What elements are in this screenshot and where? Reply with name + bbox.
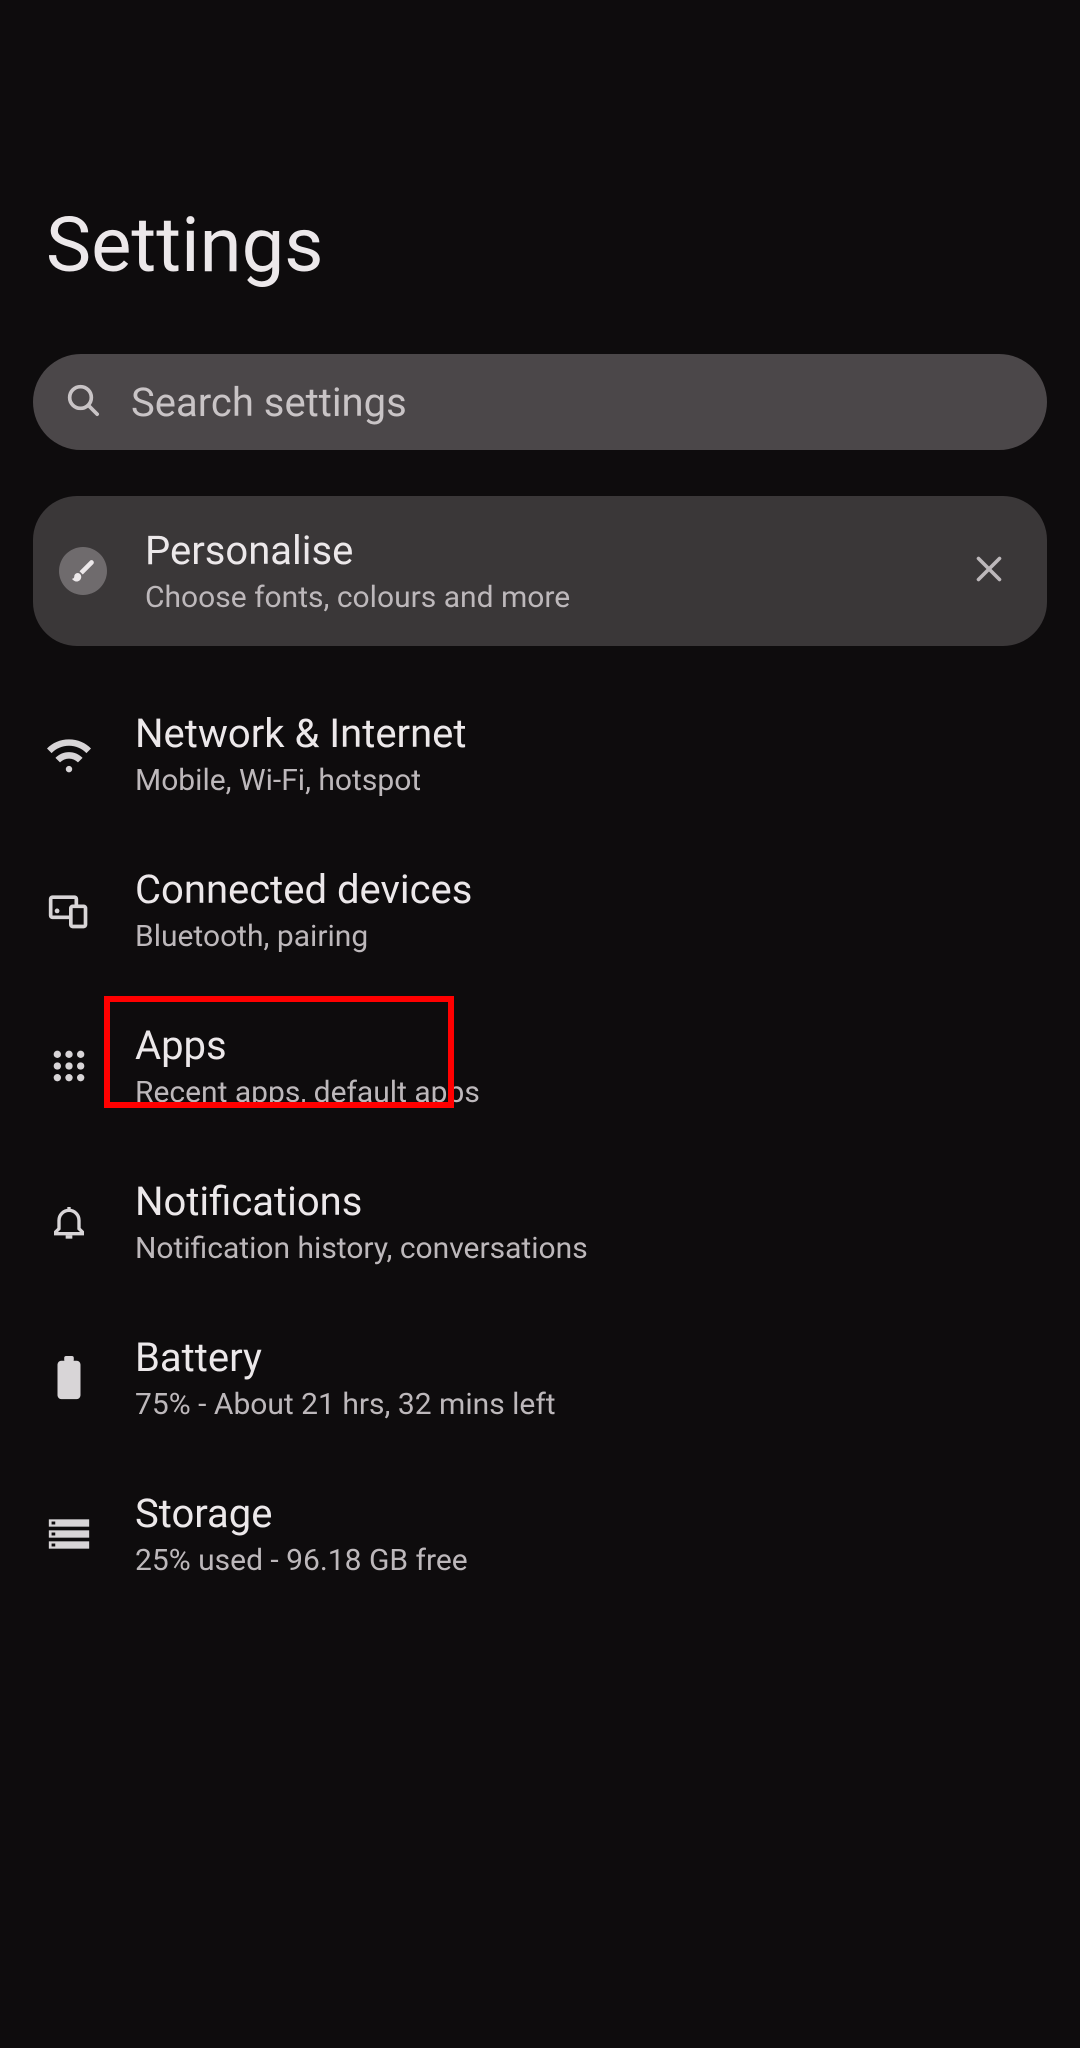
row-title: Battery bbox=[135, 1334, 556, 1381]
row-notifications[interactable]: Notifications Notification history, conv… bbox=[0, 1144, 1080, 1300]
row-subtitle: 25% used - 96.18 GB free bbox=[135, 1543, 468, 1578]
row-title: Storage bbox=[135, 1490, 468, 1537]
battery-icon bbox=[33, 1355, 105, 1401]
row-subtitle: Recent apps, default apps bbox=[135, 1075, 480, 1110]
row-title: Network & Internet bbox=[135, 710, 466, 757]
brush-icon bbox=[59, 547, 107, 595]
wifi-icon bbox=[33, 732, 105, 776]
personalise-title: Personalise bbox=[145, 527, 961, 574]
settings-list: Network & Internet Mobile, Wi-Fi, hotspo… bbox=[0, 676, 1080, 1612]
search-icon bbox=[63, 380, 103, 424]
row-connected-devices[interactable]: Connected devices Bluetooth, pairing bbox=[0, 832, 1080, 988]
apps-grid-icon bbox=[33, 1046, 105, 1086]
row-subtitle: 75% - About 21 hrs, 32 mins left bbox=[135, 1387, 556, 1422]
row-apps[interactable]: Apps Recent apps, default apps bbox=[0, 988, 1080, 1144]
row-title: Apps bbox=[135, 1022, 480, 1069]
row-subtitle: Mobile, Wi-Fi, hotspot bbox=[135, 763, 466, 798]
row-subtitle: Bluetooth, pairing bbox=[135, 919, 472, 954]
search-placeholder: Search settings bbox=[131, 379, 407, 426]
row-subtitle: Notification history, conversations bbox=[135, 1231, 588, 1266]
row-battery[interactable]: Battery 75% - About 21 hrs, 32 mins left bbox=[0, 1300, 1080, 1456]
row-title: Connected devices bbox=[135, 866, 472, 913]
search-input[interactable]: Search settings bbox=[33, 354, 1047, 450]
personalise-subtitle: Choose fonts, colours and more bbox=[145, 580, 961, 615]
personalise-text: Personalise Choose fonts, colours and mo… bbox=[145, 527, 961, 615]
storage-icon bbox=[33, 1516, 105, 1552]
bell-icon bbox=[33, 1202, 105, 1242]
close-icon[interactable] bbox=[961, 541, 1017, 601]
row-network-internet[interactable]: Network & Internet Mobile, Wi-Fi, hotspo… bbox=[0, 676, 1080, 832]
row-storage[interactable]: Storage 25% used - 96.18 GB free bbox=[0, 1456, 1080, 1612]
page-title: Settings bbox=[0, 0, 1080, 290]
row-title: Notifications bbox=[135, 1178, 588, 1225]
devices-icon bbox=[33, 888, 105, 932]
personalise-card[interactable]: Personalise Choose fonts, colours and mo… bbox=[33, 496, 1047, 646]
